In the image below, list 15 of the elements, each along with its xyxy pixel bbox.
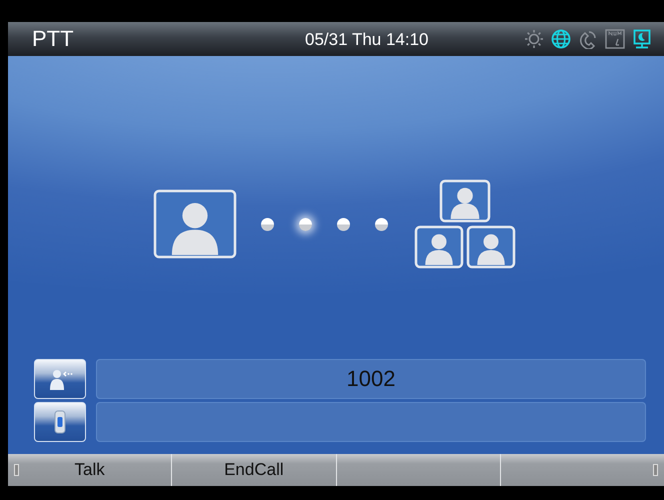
group-member-avatar-icon [414,225,464,269]
blank-softkey[interactable] [500,454,664,486]
contact-button[interactable] [34,359,86,399]
number-field[interactable] [96,402,646,442]
softkey[interactable]: Talk [8,454,172,486]
blank-softkey[interactable] [336,454,501,486]
number-field[interactable]: 1002 [96,359,646,399]
softkey[interactable]: EndCall [172,454,336,486]
phone-button[interactable] [34,402,86,442]
date-time: 05/31 Thu 14:10 [305,30,429,50]
screen-title: PTT [32,26,74,52]
caller-avatar-icon [153,189,237,259]
group-member-avatar-icon [466,225,516,269]
mobile-phone-icon [53,410,67,434]
group-member-avatar-icon [439,179,491,223]
